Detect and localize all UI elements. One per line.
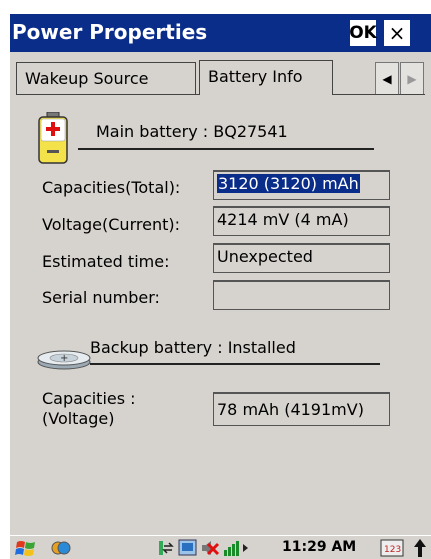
serial-number-label: Serial number: [42,288,160,307]
start-windows-icon[interactable] [14,538,40,558]
battery-info-panel [16,94,425,535]
tab-scroll-left-button[interactable]: ◀ [375,62,399,95]
estimated-time-field: Unexpected [213,243,390,273]
ok-button[interactable]: OK [348,18,378,48]
title-bar: Power Properties OK × [10,14,431,52]
main-battery-divider [78,148,374,150]
estimated-time-label: Estimated time: [42,252,170,271]
arrow-up-icon[interactable] [413,538,427,558]
signal-strength-icon[interactable] [222,538,252,558]
tab-wakeup-source[interactable]: Wakeup Source [16,62,196,95]
connectivity-icon[interactable] [158,538,176,558]
main-battery-icon [38,112,68,164]
backup-capacities-label: Capacities : (Voltage) [42,389,136,429]
backup-battery-icon-text: + [60,353,68,364]
backup-battery-divider [90,363,380,365]
close-button[interactable]: × [382,18,412,48]
volume-muted-icon[interactable] [200,538,220,558]
sync-icon[interactable] [50,538,72,558]
tab-scroll-right-button[interactable]: ▶ [400,62,424,95]
dialog-body: Wakeup Source Battery Info ◀ ▶ Main batt… [10,52,431,535]
main-battery-header: Main battery : BQ27541 [96,122,288,141]
backup-capacities-label-line1: Capacities : [42,389,136,408]
serial-number-field [213,280,390,310]
backup-capacities-field: 78 mAh (4191mV) [213,392,390,426]
voltage-label: Voltage(Current): [42,215,180,234]
tab-scroll-buttons: ◀ ▶ [375,62,427,95]
taskbar-clock[interactable]: 11:29 AM [282,539,356,555]
tab-battery-info[interactable]: Battery Info [199,60,333,95]
input-method-icon[interactable]: 123 [380,538,404,558]
capacities-value: 3120 (3120) mAh [217,174,360,193]
voltage-field: 4214 mV (4 mA) [213,206,390,236]
taskbar: 11:29 AM 123 [10,535,431,559]
input-method-icon-text: 123 [384,545,401,555]
backup-capacities-label-line2: (Voltage) [42,409,115,428]
window-title: Power Properties [12,20,208,44]
backup-battery-header: Backup battery : Installed [90,338,296,357]
backup-battery-icon: + [37,350,91,370]
capacities-field: 3120 (3120) mAh [213,170,390,200]
network-icon[interactable] [178,538,198,558]
capacities-label: Capacities(Total): [42,178,181,197]
